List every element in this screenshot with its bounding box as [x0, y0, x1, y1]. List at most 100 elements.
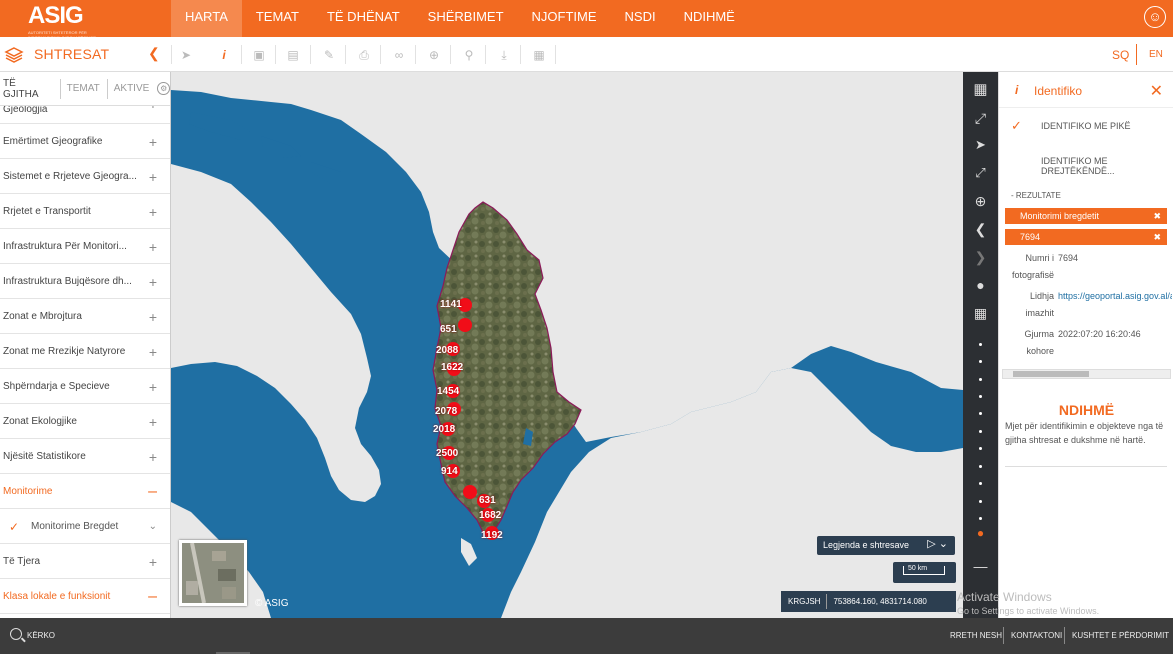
point-label[interactable]: 1622	[441, 362, 463, 373]
point-label[interactable]: 2088	[436, 345, 458, 356]
full-extent-icon[interactable]: ⤢	[963, 110, 998, 127]
nav-ndihme[interactable]: NDIHMË	[670, 0, 749, 37]
print-icon[interactable]: ⎙	[356, 47, 372, 63]
identify-info-icon[interactable]: i	[216, 47, 232, 63]
expand-plus-icon[interactable]: +	[149, 124, 157, 158]
zoom-level-dot[interactable]	[979, 360, 982, 363]
legend-toggle[interactable]: Legjenda e shtresave ▷ ⌄	[817, 536, 955, 555]
crs-label[interactable]: KRGJSH	[788, 597, 820, 606]
expand-plus-icon[interactable]: +	[149, 194, 157, 228]
nav-njoftime[interactable]: NJOFTIME	[518, 0, 611, 37]
horizontal-scrollbar[interactable]	[1002, 369, 1171, 379]
image-link[interactable]: https://geoportal.asig.gov.al/a	[1058, 288, 1172, 305]
result-layer-row[interactable]: Monitorimi bregdetit ✖	[1005, 208, 1167, 224]
locate-arrow-icon[interactable]: ➤	[963, 137, 998, 153]
collapse-minus-icon[interactable]: –	[148, 474, 157, 508]
identify-by-rectangle-option[interactable]: IDENTIFIKO ME DREJTËKËNDË...	[1041, 156, 1173, 176]
layer-group-sistemet[interactable]: Sistemet e Rrjeteve Gjeogra... +	[0, 159, 170, 194]
expand-plus-icon[interactable]: +	[149, 106, 157, 111]
layer-group-te-tjera[interactable]: Të Tjera +	[0, 544, 170, 579]
zoom-level-dot[interactable]	[979, 500, 982, 503]
point-label[interactable]: 1682	[479, 510, 501, 521]
image-icon[interactable]: ▦	[531, 47, 547, 63]
layer-group-rrjetet[interactable]: Rrjetet e Transportit +	[0, 194, 170, 229]
expand-plus-icon[interactable]: +	[149, 299, 157, 333]
grid-icon[interactable]: ▦	[963, 305, 998, 322]
edit-icon[interactable]: ✎	[321, 47, 337, 63]
point-label[interactable]: 2500	[436, 448, 458, 459]
layer-group-emertimet[interactable]: Emërtimet Gjeografike +	[0, 124, 170, 159]
zoom-level-dot[interactable]	[979, 378, 982, 381]
chevron-left-icon[interactable]: ❮	[963, 221, 998, 238]
footer-link-contact[interactable]: KONTAKTONI	[1011, 631, 1062, 640]
user-icon[interactable]: ☺	[1144, 6, 1166, 28]
footer-link-about[interactable]: RRETH NESH	[950, 631, 1002, 640]
footer-link-terms[interactable]: KUSHTET E PËRDORIMIT	[1072, 631, 1169, 640]
scroll-thumb[interactable]	[1013, 371, 1089, 377]
profile-chart-icon[interactable]: ▤	[285, 47, 301, 63]
zoom-level-dot[interactable]	[979, 343, 982, 346]
lang-en[interactable]: EN	[1149, 49, 1163, 60]
point-label[interactable]: 2078	[435, 406, 457, 417]
tab-te-gjitha[interactable]: TË GJITHA	[3, 78, 60, 100]
zoom-level-dot[interactable]	[979, 412, 982, 415]
layer-group-gjeologjia[interactable]: Gjeologjia +	[0, 106, 170, 124]
search-icon[interactable]	[10, 628, 22, 640]
pointer-icon[interactable]: ➤	[178, 47, 194, 63]
chevron-down-icon[interactable]: ▷ ⌄	[927, 537, 948, 550]
download-icon[interactable]: ⤓	[496, 47, 512, 63]
remove-result-icon[interactable]: ✖	[1153, 229, 1161, 245]
expand-plus-icon[interactable]: +	[149, 439, 157, 473]
results-heading[interactable]: - REZULTATE	[1011, 191, 1061, 200]
asig-logo[interactable]: ASIG AUTORITETI SHTETËROR PËR INFORMACIO…	[28, 2, 108, 40]
sublayer-monitorime-bregdet[interactable]: ✓ Monitorime Bregdet ⌄	[0, 509, 170, 544]
measure-area-icon[interactable]: ▣	[251, 47, 267, 63]
expand-plus-icon[interactable]: +	[149, 159, 157, 193]
result-feature-row[interactable]: 7694 ✖	[1005, 229, 1167, 245]
close-icon[interactable]: ✕	[1150, 81, 1163, 101]
map-canvas[interactable]: 1141 651 2088 1622 1454 2078 2018 2500 9…	[171, 72, 963, 618]
nav-nsdi[interactable]: NSDI	[611, 0, 670, 37]
layer-group-species[interactable]: Shpërndarja e Specieve +	[0, 369, 170, 404]
marker-dot[interactable]	[458, 318, 472, 332]
remove-result-icon[interactable]: ✖	[1153, 208, 1161, 224]
nav-temat[interactable]: TEMAT	[242, 0, 313, 37]
add-icon[interactable]: ⊕	[426, 47, 442, 63]
basemap-icon[interactable]: ▦	[963, 80, 998, 98]
zoom-level-dot[interactable]	[979, 517, 982, 520]
tab-temat[interactable]: TEMAT	[67, 83, 107, 94]
layer-group-statistikore[interactable]: Njësitë Statistikore +	[0, 439, 170, 474]
layer-group-ekologjike[interactable]: Zonat Ekologjike +	[0, 404, 170, 439]
point-label[interactable]: 1454	[437, 386, 459, 397]
lang-sq[interactable]: SQ	[1112, 48, 1129, 62]
point-label[interactable]: 1141	[440, 299, 462, 310]
expand-plus-icon[interactable]: +	[149, 264, 157, 298]
layer-group-infra-bujqesore[interactable]: Infrastruktura Bujqësore dh... +	[0, 264, 170, 299]
collapse-minus-icon[interactable]: –	[148, 579, 157, 613]
zoom-slider-handle[interactable]: ●	[963, 526, 998, 540]
collapse-panel-icon[interactable]: ❮	[148, 45, 160, 62]
expand-plus-icon[interactable]: +	[149, 404, 157, 438]
point-label[interactable]: 2018	[433, 424, 455, 435]
search-map-icon[interactable]: ⚲	[461, 47, 477, 63]
layer-group-rreziqe[interactable]: Zonat me Rrezikje Natyrore +	[0, 334, 170, 369]
point-label[interactable]: 631	[479, 495, 496, 506]
expand-plus-icon[interactable]: +	[149, 229, 157, 263]
zoom-level-dot[interactable]	[979, 465, 982, 468]
zoom-level-dot[interactable]	[979, 395, 982, 398]
expand-plus-icon[interactable]: +	[149, 369, 157, 403]
fullscreen-icon[interactable]: ⤢	[963, 165, 998, 181]
nav-harta[interactable]: HARTA	[171, 0, 242, 37]
layer-group-klasa-lokale[interactable]: Klasa lokale e funksionit –	[0, 579, 170, 614]
zoom-level-dot[interactable]	[979, 447, 982, 450]
zoom-in-icon[interactable]: ⊕	[963, 193, 998, 210]
overview-minimap[interactable]	[179, 540, 247, 606]
zoom-level-dot[interactable]	[979, 430, 982, 433]
nav-sherbimet[interactable]: SHËRBIMET	[414, 0, 518, 37]
tab-aktive[interactable]: AKTIVE	[114, 83, 157, 94]
globe-icon[interactable]: ●	[963, 277, 998, 293]
search-label[interactable]: KËRKO	[27, 631, 55, 640]
marker-dot[interactable]	[463, 485, 477, 499]
layer-group-infra-monitorim[interactable]: Infrastruktura Për Monitori... +	[0, 229, 170, 264]
settings-icon[interactable]: ⚙	[157, 82, 170, 95]
